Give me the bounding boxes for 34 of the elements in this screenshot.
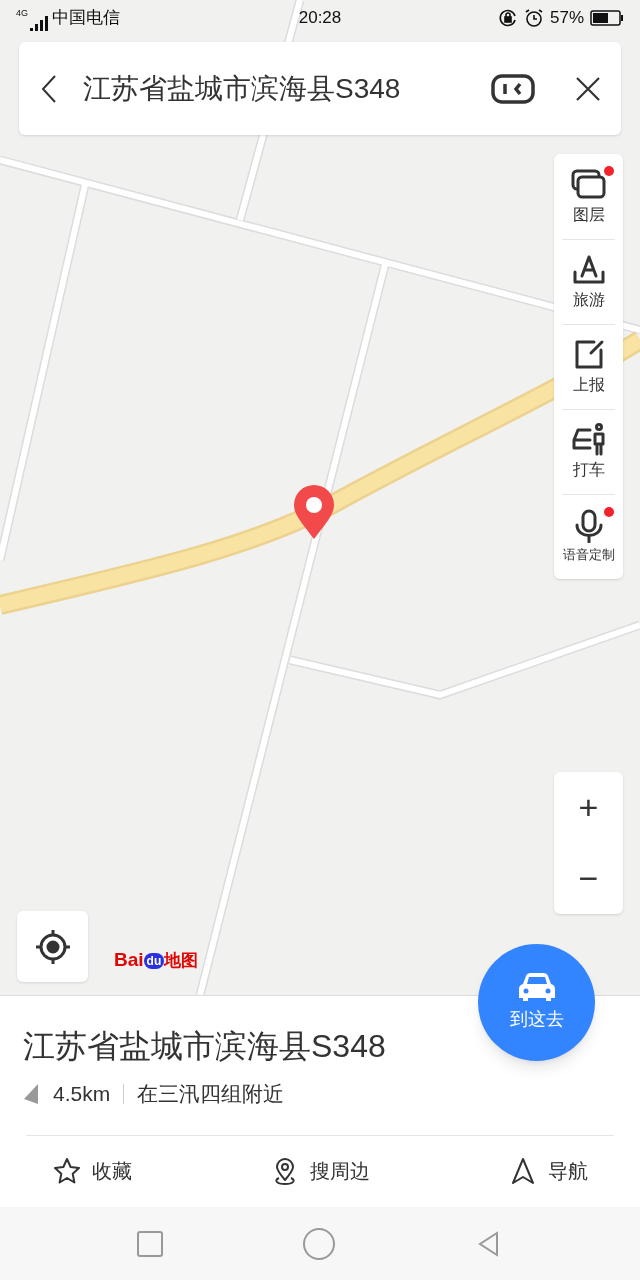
zoom-in-button[interactable]: + [554,772,623,843]
distance: 4.5km [53,1081,111,1107]
recents-button[interactable] [137,1230,163,1257]
clock: 20:28 [298,8,342,28]
star-icon [52,1155,82,1186]
home-button[interactable] [303,1227,335,1260]
direction-arrow-icon [23,1082,39,1105]
nearby-text: 在三汛四组附近 [137,1081,285,1107]
zoom-out-button[interactable]: − [554,843,623,914]
tool-button[interactable]: 旅游 [562,239,615,324]
tool-button[interactable]: 打车 [562,409,615,494]
action-button[interactable]: 导航 [508,1155,588,1186]
locate-button[interactable] [17,911,88,982]
rotation-lock-icon [497,8,518,28]
alarm-icon [523,8,544,28]
map-pin-icon [292,483,336,541]
action-button[interactable]: 收藏 [52,1155,132,1186]
tool-button[interactable]: 上报 [562,324,615,409]
carrier-name: 中国电信 [52,7,120,30]
map-logo: Bai du 地图 [114,950,199,969]
tool-button[interactable]: 语音定制 [562,494,615,579]
signal-icon [30,14,50,31]
place-title: 江苏省盐城市滨海县S348 [23,1027,387,1066]
battery-percent: 57% [549,7,584,30]
tool-button[interactable]: 图层 [562,154,615,239]
close-icon[interactable] [575,75,601,102]
network-type: 4G [16,9,28,19]
action-button[interactable]: 搜周边 [270,1155,370,1186]
car-icon [517,972,556,1002]
search-bar[interactable]: 江苏省盐城市滨海县S348 [19,42,621,135]
battery-icon [590,10,624,26]
locate-icon [33,927,72,966]
search-query: 江苏省盐城市滨海县S348 [83,71,402,106]
ticket-icon[interactable] [491,73,535,104]
